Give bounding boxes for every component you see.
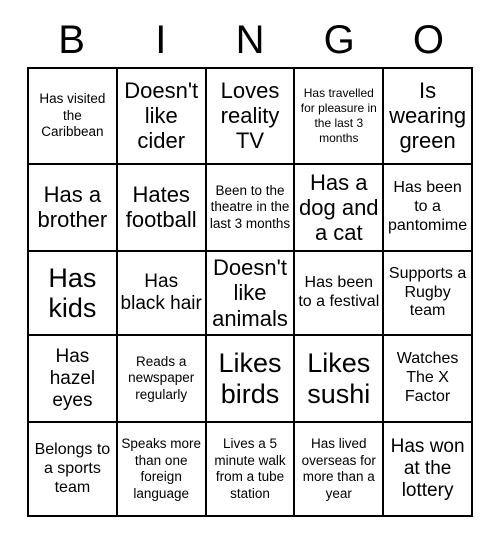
bingo-cell-text: Is wearing green: [389, 78, 467, 154]
bingo-header-letter-o: O: [412, 18, 444, 62]
bingo-cell-text: Likes sushi: [307, 348, 371, 409]
bingo-cell[interactable]: Watches The X Factor: [384, 335, 473, 424]
bingo-header-letter-i: I: [155, 18, 167, 62]
bingo-row: Has hazel eyes Reads a newspaper regular…: [29, 335, 473, 424]
bingo-row: Has visited the Caribbean Doesn't like c…: [29, 69, 473, 165]
bingo-cell[interactable]: Belongs to a sports team: [29, 423, 118, 517]
bingo-cell[interactable]: Has a brother: [29, 164, 118, 253]
bingo-cell[interactable]: Hates football: [117, 164, 207, 253]
bingo-cell-text: Has visited the Caribbean: [39, 91, 106, 140]
bingo-cell-text: Hates football: [125, 182, 197, 233]
bingo-cell-text: Has black hair: [120, 270, 202, 314]
bingo-cell-text: Has lived overseas for more than a year: [301, 436, 376, 501]
bingo-cell[interactable]: Doesn't like animals: [206, 252, 296, 336]
bingo-cell[interactable]: Has black hair: [117, 252, 207, 336]
bingo-row: Has a brother Hates football Been to the…: [29, 164, 473, 253]
bingo-cell[interactable]: Been to the theatre in the last 3 months: [206, 164, 296, 253]
bingo-cell[interactable]: Reads a newspaper regularly: [117, 335, 207, 424]
bingo-cell-text: Has kids: [48, 262, 97, 323]
bingo-cell[interactable]: Speaks more than one foreign language: [117, 423, 207, 517]
bingo-cell[interactable]: Supports a Rugby team: [384, 252, 473, 336]
bingo-cell[interactable]: Has visited the Caribbean: [29, 69, 118, 165]
bingo-cell-text: Belongs to a sports team: [34, 440, 111, 496]
bingo-cell[interactable]: Has hazel eyes: [29, 335, 118, 424]
bingo-header-letter-g: G: [323, 18, 355, 62]
bingo-cell-text: Been to the theatre in the last 3 months: [209, 182, 291, 231]
bingo-cell-text: Likes birds: [218, 348, 282, 409]
bingo-cell[interactable]: Has a dog and a cat: [295, 164, 385, 253]
bingo-cell[interactable]: Is wearing green: [384, 69, 473, 165]
bingo-cell[interactable]: Has been to a festival: [295, 252, 385, 336]
bingo-cell[interactable]: Likes birds: [206, 335, 296, 424]
bingo-cell[interactable]: Has travelled for pleasure in the last 3…: [295, 69, 385, 165]
bingo-cell-text: Doesn't like animals: [212, 255, 288, 331]
bingo-cell-text: Has a dog and a cat: [299, 169, 379, 245]
bingo-cell-text: Speaks more than one foreign language: [121, 436, 201, 501]
bingo-cell[interactable]: Has been to a pantomime: [384, 164, 473, 253]
bingo-cell[interactable]: Loves reality TV: [206, 69, 296, 165]
bingo-cell[interactable]: Doesn't like cider: [117, 69, 207, 165]
bingo-cell[interactable]: Has won at the lottery: [384, 423, 473, 517]
bingo-cell-text: Doesn't like cider: [124, 78, 199, 154]
bingo-cell-text: Has hazel eyes: [49, 345, 96, 411]
bingo-cell-text: Loves reality TV: [220, 78, 280, 154]
bingo-cell[interactable]: Has lived overseas for more than a year: [295, 423, 385, 517]
bingo-header-letter-n: N: [235, 18, 265, 62]
bingo-cell-text: Supports a Rugby team: [388, 264, 467, 320]
bingo-cell[interactable]: Has kids: [29, 252, 118, 336]
bingo-cell-text: Lives a 5 minute walk from a tube statio…: [214, 436, 286, 501]
bingo-grid: Has visited the Caribbean Doesn't like c…: [27, 67, 473, 517]
bingo-header: B I N G O: [27, 14, 473, 66]
bingo-card: B I N G O Has visited the Caribbean Does…: [0, 0, 500, 544]
bingo-cell-text: Watches The X Factor: [396, 350, 459, 406]
bingo-cell-text: Has been to a festival: [298, 274, 380, 310]
bingo-cell-text: Has travelled for pleasure in the last 3…: [300, 85, 377, 145]
bingo-cell-text: Has a brother: [37, 182, 108, 233]
bingo-header-letter-b: B: [58, 18, 85, 62]
bingo-cell-text: Has won at the lottery: [390, 436, 465, 502]
bingo-cell[interactable]: Lives a 5 minute walk from a tube statio…: [206, 423, 296, 517]
bingo-row: Belongs to a sports team Speaks more tha…: [29, 423, 473, 517]
bingo-cell-text: Has been to a pantomime: [388, 179, 468, 234]
bingo-cell-text: Reads a newspaper regularly: [128, 353, 195, 402]
bingo-row: Has kids Has black hair Doesn't like ani…: [29, 252, 473, 336]
bingo-cell[interactable]: Likes sushi: [295, 335, 385, 424]
